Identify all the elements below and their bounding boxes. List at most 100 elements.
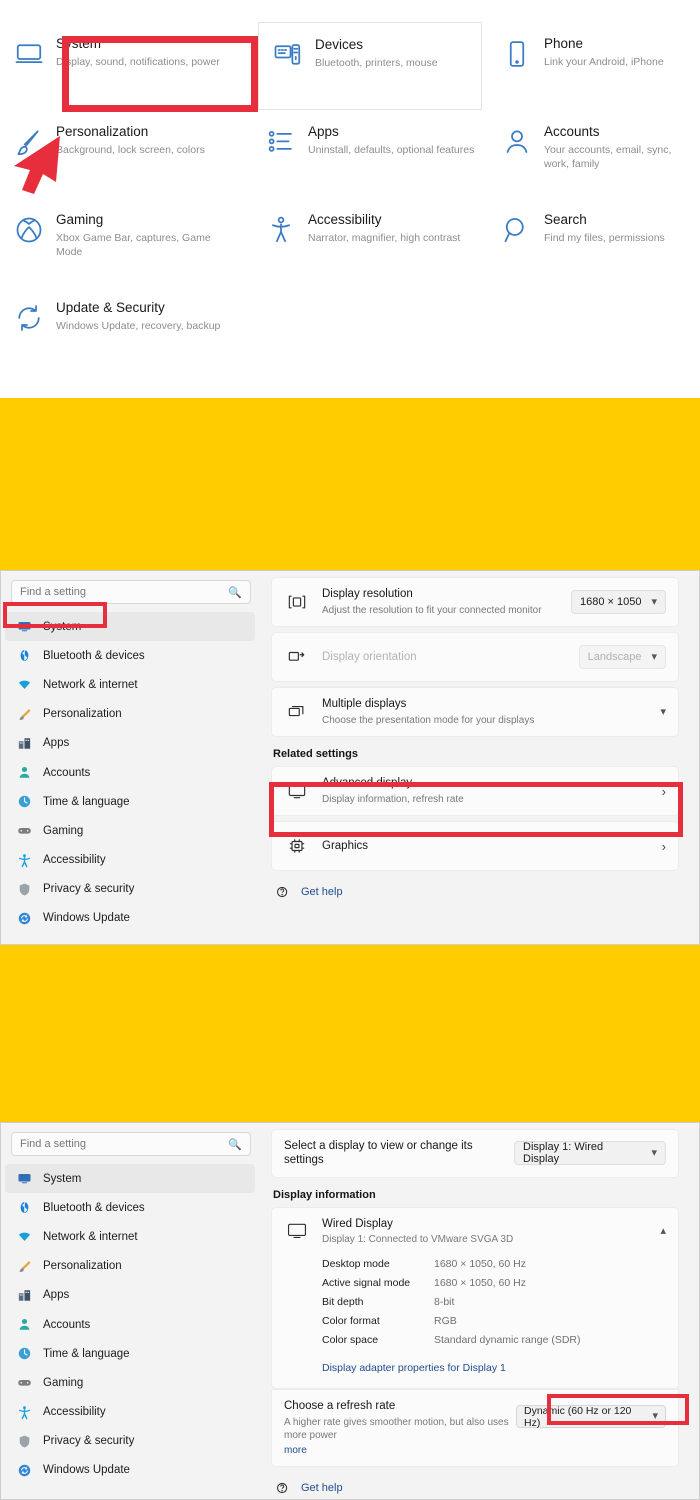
- chevron-up-icon[interactable]: ▴: [660, 1225, 666, 1237]
- value-dropdown[interactable]: Landscape ▾: [578, 645, 666, 669]
- sidebar-item-windows-update[interactable]: Windows Update: [1, 1456, 263, 1485]
- related-row-graphics[interactable]: Graphics ›: [271, 821, 679, 871]
- info-row: Desktop mode 1680 × 1050, 60 Hz: [322, 1255, 666, 1274]
- sidebar-item-network-internet[interactable]: Network & internet: [1, 670, 263, 699]
- sidebar-item-personalization[interactable]: Personalization: [1, 1252, 263, 1281]
- setting-row-display-resolution[interactable]: Display resolution Adjust the resolution …: [271, 577, 679, 627]
- accessibility-icon: [15, 853, 33, 868]
- tile-subtitle: Narrator, magnifier, high contrast: [308, 232, 461, 245]
- monitor-icon: [284, 782, 310, 800]
- sidebar-item-personalization[interactable]: Personalization: [1, 700, 263, 729]
- windows-update-icon: [15, 911, 33, 926]
- refresh-rate-value: Dynamic (60 Hz or 120 Hz): [524, 1404, 632, 1429]
- sidebar-item-accessibility[interactable]: Accessibility: [1, 846, 263, 875]
- clock-icon: [15, 1346, 33, 1361]
- settings-sidebar-2: Find a setting 🔍 System Bluetooth & devic…: [1, 1123, 263, 1499]
- apps-icon: [15, 736, 33, 751]
- settings-tile-update-security[interactable]: Update & Security Windows Update, recover…: [0, 286, 252, 374]
- info-row: Active signal mode 1680 × 1050, 60 Hz: [322, 1274, 666, 1293]
- settings-tile-phone[interactable]: Phone Link your Android, iPhone: [488, 22, 700, 110]
- refresh-rate-row: Choose a refresh rate A higher rate give…: [271, 1390, 679, 1467]
- sidebar-item-label: Personalization: [43, 708, 122, 721]
- sidebar-item-label: Accessibility: [43, 854, 106, 867]
- sidebar-item-bluetooth-devices[interactable]: Bluetooth & devices: [1, 641, 263, 670]
- sidebar-item-network-internet[interactable]: Network & internet: [1, 1222, 263, 1251]
- settings-tile-accounts[interactable]: Accounts Your accounts, email, sync, work…: [488, 110, 700, 198]
- tile-subtitle: Find my files, permissions: [544, 232, 665, 245]
- sidebar-item-bluetooth-devices[interactable]: Bluetooth & devices: [1, 1193, 263, 1222]
- value-text: 1680 × 1050: [579, 596, 642, 608]
- sidebar-item-label: Accounts: [43, 1318, 91, 1331]
- sidebar-item-label: Windows Update: [43, 1464, 130, 1477]
- search-input[interactable]: Find a setting 🔍: [11, 580, 251, 604]
- sidebar-item-system[interactable]: System: [5, 612, 255, 642]
- settings-tile-devices[interactable]: Devices Bluetooth, printers, mouse: [258, 22, 482, 110]
- info-row: Color format RGB: [322, 1312, 666, 1331]
- display-adapter-properties-link[interactable]: Display adapter properties for Display 1: [322, 1360, 506, 1374]
- sidebar-item-gaming[interactable]: Gaming: [1, 1368, 263, 1397]
- search-icon: 🔍: [228, 586, 242, 599]
- sidebar-item-windows-update[interactable]: Windows Update: [1, 904, 263, 933]
- settings-tile-personalization[interactable]: Personalization Background, lock screen, …: [0, 110, 252, 198]
- related-settings-heading: Related settings: [273, 748, 358, 760]
- select-display-row[interactable]: Select a display to view or change its s…: [271, 1129, 679, 1178]
- chevron-right-icon[interactable]: ›: [662, 784, 666, 799]
- tile-subtitle: Windows Update, recovery, backup: [56, 320, 221, 333]
- sidebar-item-privacy-security[interactable]: Privacy & security: [1, 875, 263, 904]
- settings-tile-gaming[interactable]: Gaming Xbox Game Bar, captures, Game Mode: [0, 198, 252, 286]
- orientation-icon: [284, 648, 310, 666]
- sidebar-item-time-language[interactable]: Time & language: [1, 1339, 263, 1368]
- chevron-down-icon[interactable]: ▾: [660, 706, 666, 718]
- settings-tile-system[interactable]: System Display, sound, notifications, pow…: [0, 22, 252, 110]
- display-settings-rows: Display resolution Adjust the resolution …: [271, 577, 679, 737]
- sidebar-item-apps[interactable]: Apps: [1, 1281, 263, 1310]
- sidebar-item-privacy-security[interactable]: Privacy & security: [1, 1427, 263, 1456]
- display-settings-content: Display resolution Adjust the resolution …: [263, 571, 691, 944]
- graphics-chip-icon: [284, 837, 310, 855]
- sidebar-item-accounts[interactable]: Accounts: [1, 758, 263, 787]
- xbox-icon: [12, 213, 46, 247]
- sidebar-item-label: Network & internet: [43, 1230, 138, 1243]
- select-display-value: Display 1: Wired Display: [523, 1141, 604, 1166]
- get-help-link-2[interactable]: Get help: [271, 1481, 679, 1495]
- settings-tile-apps[interactable]: Apps Uninstall, defaults, optional featur…: [252, 110, 488, 198]
- sidebar-item-system[interactable]: System: [5, 1164, 255, 1194]
- setting-row-multiple-displays[interactable]: Multiple displays Choose the presentation…: [271, 687, 679, 737]
- settings-tile-search[interactable]: Search Find my files, permissions: [488, 198, 700, 286]
- clock-icon: [15, 794, 33, 809]
- sidebar-item-label: Windows Update: [43, 912, 130, 925]
- tile-subtitle: Link your Android, iPhone: [544, 56, 664, 69]
- sidebar-item-gaming[interactable]: Gaming: [1, 816, 263, 845]
- sidebar-item-accessibility[interactable]: Accessibility: [1, 1398, 263, 1427]
- chevron-down-icon: ▾: [651, 595, 657, 608]
- sidebar-item-apps[interactable]: Apps: [1, 729, 263, 758]
- yellow-separator-band-1: [0, 398, 700, 570]
- chevron-right-icon[interactable]: ›: [662, 839, 666, 854]
- search-input-2[interactable]: Find a setting 🔍: [11, 1132, 251, 1156]
- tile-subtitle: Your accounts, email, sync, work, family: [544, 144, 672, 171]
- info-key: Active signal mode: [322, 1277, 411, 1290]
- settings-tile-accessibility[interactable]: Accessibility Narrator, magnifier, high c…: [252, 198, 488, 286]
- sidebar-item-time-language[interactable]: Time & language: [1, 787, 263, 816]
- related-subtitle: Display information, refresh rate: [322, 793, 464, 805]
- windows-update-icon: [15, 1463, 33, 1478]
- select-display-label: Select a display to view or change its s…: [284, 1140, 473, 1167]
- sidebar-item-label: System: [43, 1172, 82, 1185]
- wired-display-header[interactable]: Wired Display Display 1: Connected to VM…: [272, 1208, 678, 1255]
- setting-row-display-orientation[interactable]: Display orientation Landscape ▾: [271, 632, 679, 682]
- related-row-advanced-display[interactable]: Advanced display Display information, ref…: [271, 766, 679, 816]
- refresh-rate-more-link[interactable]: more: [284, 1444, 516, 1457]
- windows-11-advanced-display-panel: Find a setting 🔍 System Bluetooth & devic…: [0, 1122, 700, 1500]
- sidebar-item-accounts[interactable]: Accounts: [1, 1310, 263, 1339]
- chevron-down-icon: ▾: [652, 1410, 658, 1423]
- info-key: Color format: [322, 1315, 380, 1328]
- info-value: 1680 × 1050, 60 Hz: [434, 1258, 526, 1271]
- search-icon: 🔍: [228, 1138, 242, 1151]
- help-question-icon: [275, 1481, 291, 1495]
- refresh-rate-dropdown[interactable]: Dynamic (60 Hz or 120 Hz) ▾: [516, 1404, 666, 1429]
- value-dropdown[interactable]: 1680 × 1050 ▾: [570, 590, 666, 614]
- display-information-card: Wired Display Display 1: Connected to VM…: [271, 1206, 679, 1390]
- sidebar-item-label: Gaming: [43, 1376, 84, 1389]
- select-display-dropdown[interactable]: Display 1: Wired Display ▾: [514, 1141, 666, 1166]
- get-help-link[interactable]: Get help: [271, 885, 679, 899]
